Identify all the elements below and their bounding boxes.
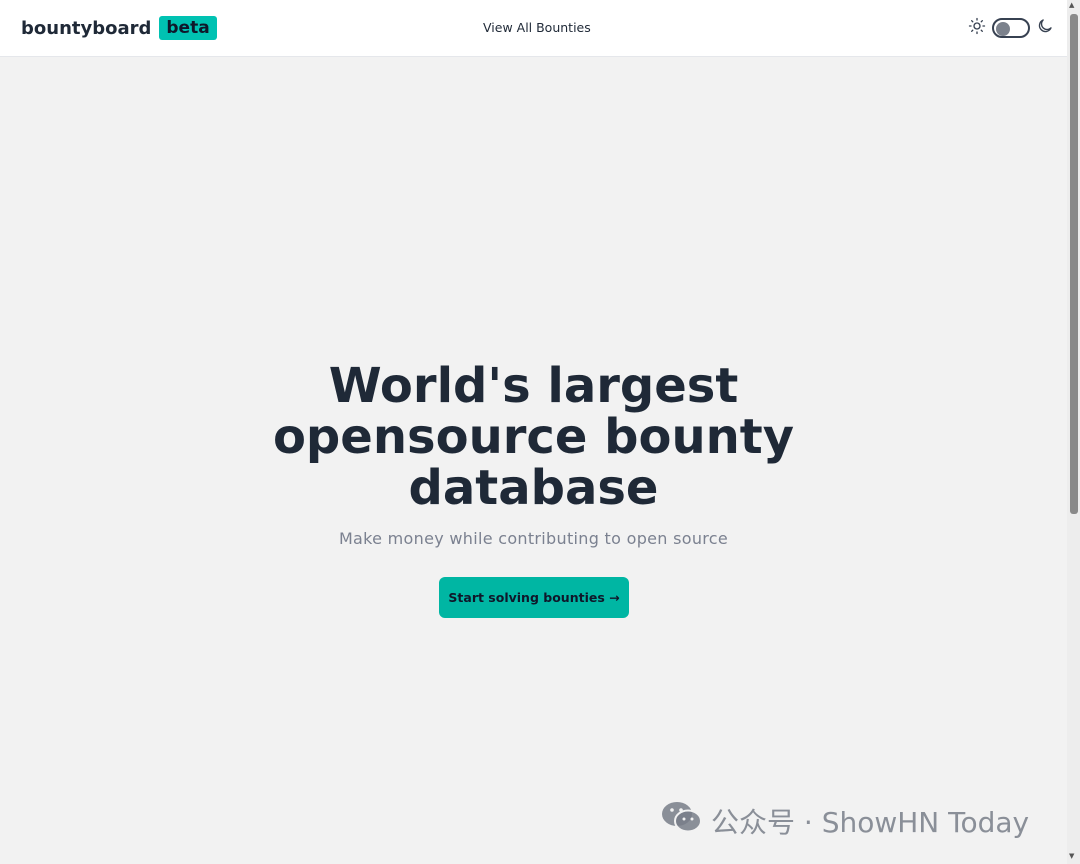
moon-icon xyxy=(1036,17,1054,39)
watermark-text: 公众号 · ShowHN Today xyxy=(711,805,1030,839)
hero-subtitle: Make money while contributing to open so… xyxy=(338,529,729,548)
brand[interactable]: bountyboard beta xyxy=(21,16,217,40)
start-solving-bounties-button[interactable]: Start solving bounties → xyxy=(439,577,629,618)
sun-icon xyxy=(968,17,986,39)
hero-title-text: World's largest opensource bounty databa… xyxy=(272,358,795,516)
hero-section: World's largest opensource bounty databa… xyxy=(0,57,1067,864)
hero-title: World's largest opensource bounty databa… xyxy=(0,361,1067,514)
toggle-knob xyxy=(996,22,1010,36)
brand-name[interactable]: bountyboard xyxy=(21,18,151,39)
scroll-up-arrow-icon[interactable]: ▲ xyxy=(1069,1,1074,9)
watermark: 公众号 · ShowHN Today xyxy=(661,800,1029,841)
scrollbar-thumb[interactable] xyxy=(1070,14,1078,514)
theme-toggle[interactable] xyxy=(992,18,1030,38)
scroll-down-arrow-icon[interactable]: ▼ xyxy=(1069,852,1074,860)
view-all-bounties-link[interactable]: View All Bounties xyxy=(483,20,591,35)
navbar: bountyboard beta View All Bounties xyxy=(0,0,1067,57)
beta-badge: beta xyxy=(159,16,217,40)
wechat-icon xyxy=(661,800,703,841)
theme-switcher xyxy=(968,17,1054,39)
